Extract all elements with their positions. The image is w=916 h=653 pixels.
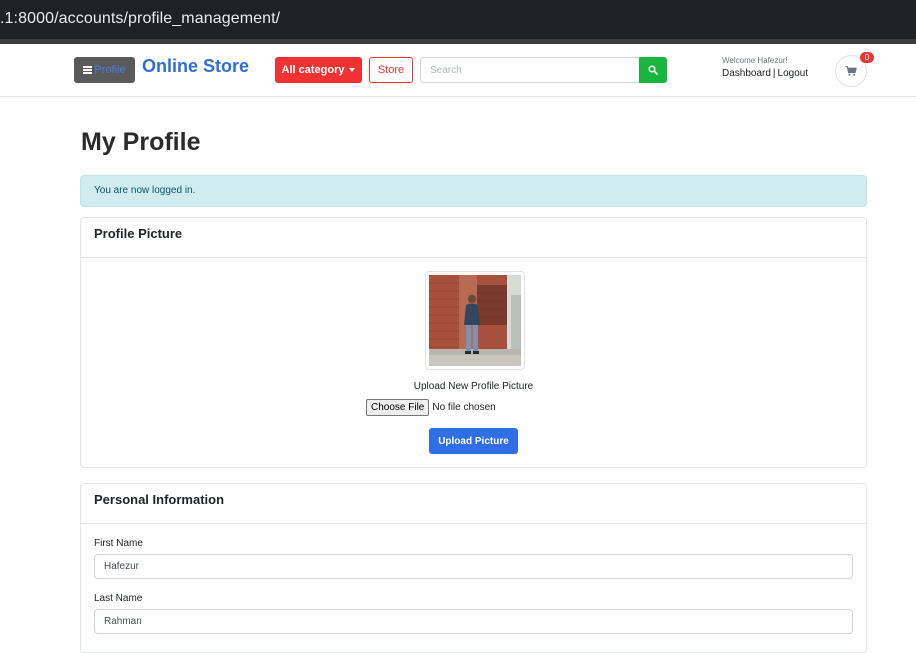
profile-button-label: Profile [94, 64, 126, 76]
brand-logo-link[interactable]: Online Store [142, 56, 249, 77]
choose-file-button[interactable]: Choose File [366, 399, 430, 416]
search-icon [648, 65, 658, 75]
first-name-label: First Name [94, 538, 143, 549]
profile-menu-button[interactable]: Profile [74, 57, 135, 83]
upload-picture-label: Upload New Profile Picture [413, 381, 534, 392]
personal-information-card: Personal Information First Name Last Nam… [80, 483, 867, 653]
profile-picture-card: Profile Picture Upload New Profile Pictu… [80, 217, 867, 468]
address-url[interactable]: .1:8000/accounts/profile_management/ [0, 10, 280, 28]
store-button[interactable]: Store [369, 57, 413, 83]
search-input[interactable] [420, 57, 640, 83]
profile-picture-heading: Profile Picture [81, 218, 866, 258]
logout-link[interactable]: Logout [778, 68, 809, 79]
first-name-input[interactable] [94, 554, 853, 579]
top-navbar: Profile Online Store All category Store … [0, 44, 916, 97]
cart-count-badge: 0 [860, 52, 874, 63]
link-separator: | [772, 68, 776, 79]
upload-picture-button[interactable]: Upload Picture [429, 428, 518, 454]
shopping-cart-icon [845, 65, 857, 76]
welcome-text: Welcome Hafezur! [722, 56, 788, 65]
profile-photo [429, 275, 521, 366]
browser-address-bar[interactable]: .1:8000/accounts/profile_management/ [0, 0, 916, 39]
caret-down-icon [349, 68, 356, 72]
file-input[interactable]: Choose File No file chosen [366, 399, 496, 416]
personal-information-heading: Personal Information [81, 484, 866, 524]
all-category-dropdown[interactable]: All category [275, 57, 362, 83]
account-links: Dashboard | Logout [722, 68, 808, 79]
category-label: All category [281, 64, 345, 76]
file-status-text: No file chosen [432, 402, 496, 413]
page-title: My Profile [81, 128, 201, 156]
profile-picture-thumbnail [425, 271, 525, 370]
login-alert: You are now logged in. [80, 175, 867, 207]
search-button[interactable] [639, 57, 667, 83]
dashboard-link[interactable]: Dashboard [722, 68, 771, 79]
last-name-label: Last Name [94, 593, 143, 604]
hamburger-icon [83, 66, 93, 74]
last-name-input[interactable] [94, 609, 853, 634]
